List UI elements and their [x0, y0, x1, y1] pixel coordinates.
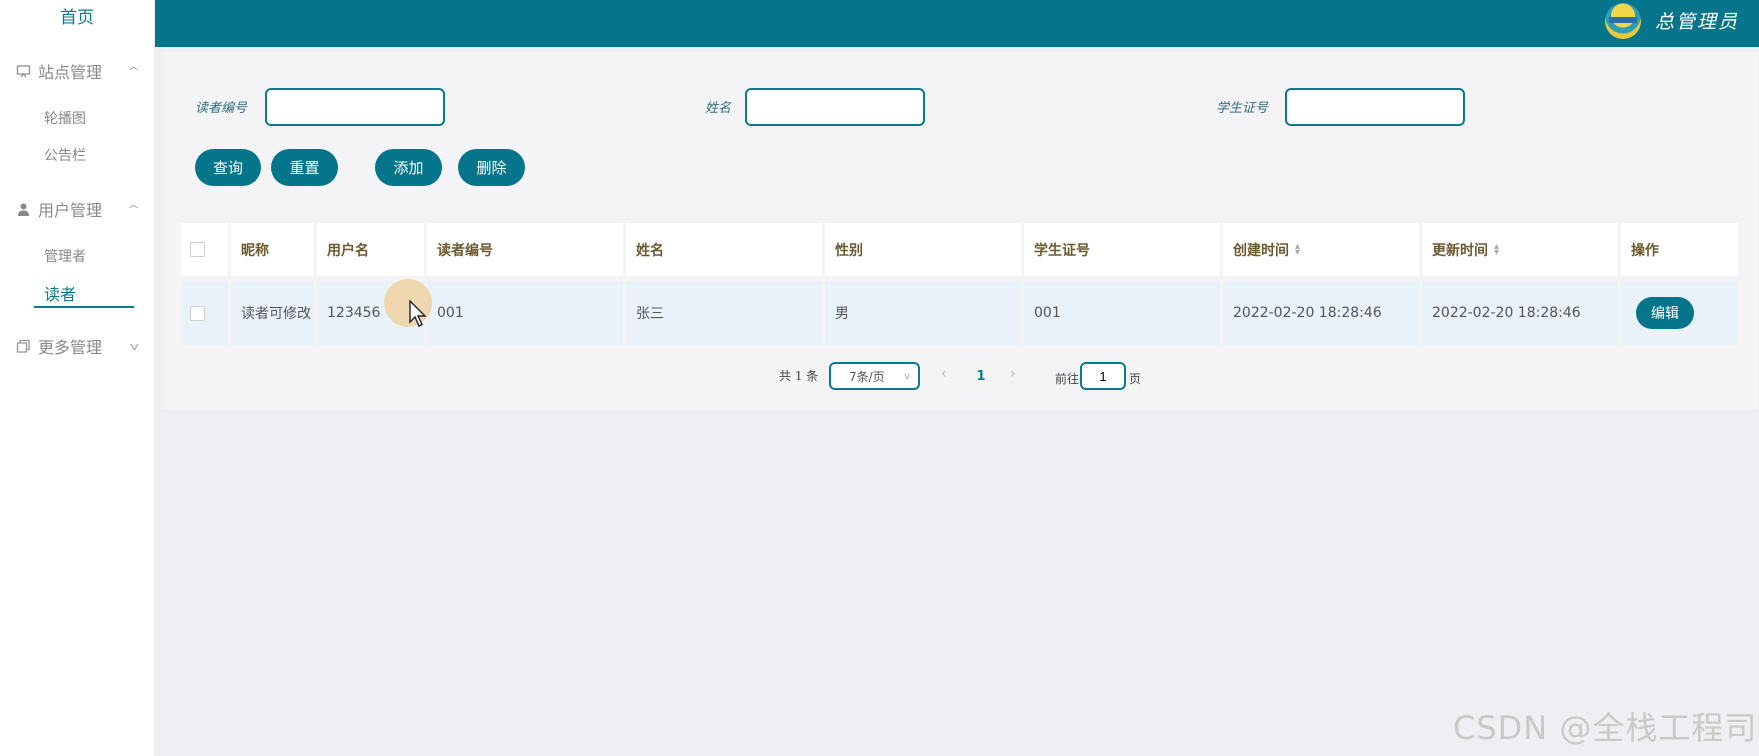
sidebar-item-reader[interactable]: 读者 — [44, 281, 76, 305]
chevron-up-icon: ^ — [126, 202, 140, 216]
sidebar-group-label: 更多管理 — [38, 338, 103, 357]
cell-gender: 男 — [825, 281, 1021, 345]
name-input[interactable] — [745, 88, 925, 126]
column-header-created[interactable]: 创建时间 ▴ ▾ — [1223, 223, 1419, 276]
sidebar-item-admin[interactable]: 管理者 — [44, 246, 86, 266]
name-label: 姓名 — [705, 101, 732, 116]
user-icon — [14, 200, 32, 218]
chevron-up-icon: ^ — [126, 64, 140, 78]
cell-nickname: 读者可修改 — [231, 281, 314, 345]
select-all-cell — [181, 223, 228, 276]
row-checkbox[interactable] — [190, 305, 205, 321]
query-button[interactable]: 查询 — [195, 149, 261, 186]
page-number[interactable]: 1 — [963, 362, 999, 390]
sidebar-group-label: 站点管理 — [38, 63, 103, 82]
next-page-icon[interactable]: › — [1010, 366, 1016, 382]
pagination-total: 共 1 条 — [779, 369, 819, 383]
reader-no-label: 读者编号 — [195, 101, 248, 116]
sidebar-home[interactable]: 首页 — [0, 0, 154, 38]
sidebar-group-site[interactable]: 站点管理 ^ — [14, 56, 140, 86]
cell-created: 2022-02-20 18:28:46 — [1223, 281, 1419, 345]
add-button[interactable]: 添加 — [375, 149, 442, 186]
cell-student-id: 001 — [1024, 281, 1220, 345]
column-header: 读者编号 — [427, 223, 623, 276]
monitor-icon — [14, 62, 32, 80]
sidebar-item-notice[interactable]: 公告栏 — [44, 145, 86, 165]
column-header: 操作 — [1621, 223, 1738, 276]
column-header-label: 创建时间 — [1233, 242, 1289, 259]
goto-page-input[interactable] — [1080, 362, 1126, 390]
column-header-updated[interactable]: 更新时间 ▴ ▾ — [1422, 223, 1618, 276]
prev-page-icon[interactable]: ‹ — [941, 366, 947, 382]
sidebar-group-more[interactable]: 更多管理 v — [14, 331, 140, 361]
column-header: 姓名 — [626, 223, 822, 276]
chevron-down-icon: v — [904, 370, 910, 382]
cell-updated: 2022-02-20 18:28:46 — [1422, 281, 1618, 345]
active-indicator — [34, 306, 134, 308]
avatar-icon[interactable] — [1605, 3, 1641, 39]
column-header: 用户名 — [317, 223, 424, 276]
reader-no-input[interactable] — [265, 88, 445, 126]
cell-name: 张三 — [626, 281, 822, 345]
reset-button[interactable]: 重置 — [271, 149, 338, 186]
select-all-checkbox[interactable] — [190, 242, 205, 257]
sort-icon[interactable]: ▴ ▾ — [1494, 241, 1499, 257]
student-id-input[interactable] — [1285, 88, 1465, 126]
column-header: 学生证号 — [1024, 223, 1220, 276]
page-size-select[interactable]: 7条/页 v — [829, 362, 920, 390]
edit-button[interactable]: 编辑 — [1636, 297, 1694, 329]
top-header — [155, 0, 1759, 47]
column-header: 昵称 — [231, 223, 314, 276]
cell-actions: 编辑 — [1621, 281, 1738, 345]
mouse-cursor-icon — [409, 300, 427, 327]
table-header: 昵称 用户名 读者编号 姓名 性别 学生证号 创建时间 ▴ ▾ 更新时间 ▴ ▾ 操… — [181, 223, 1739, 276]
sidebar: 首页 站点管理 ^ 轮播图 公告栏 用户管理 ^ 管理者 读者 更多管理 v — [0, 0, 155, 756]
copy-icon — [14, 337, 32, 355]
student-id-label: 学生证号 — [1216, 101, 1269, 116]
sidebar-item-carousel[interactable]: 轮播图 — [44, 108, 86, 128]
page-suffix: 页 — [1129, 372, 1142, 386]
sort-icon[interactable]: ▴ ▾ — [1295, 241, 1300, 257]
page-size-value: 7条/页 — [849, 369, 885, 384]
row-select-cell — [181, 281, 228, 345]
chevron-down-icon: v — [130, 339, 140, 353]
sidebar-group-label: 用户管理 — [38, 201, 103, 220]
cell-reader-no: 001 — [427, 281, 623, 345]
admin-name[interactable]: 总管理员 — [1655, 7, 1739, 34]
delete-button[interactable]: 删除 — [458, 149, 525, 186]
column-header: 性别 — [825, 223, 1021, 276]
sidebar-group-user[interactable]: 用户管理 ^ — [14, 194, 140, 224]
watermark: CSDN @全栈工程司 — [1453, 709, 1758, 747]
column-header-label: 更新时间 — [1432, 242, 1488, 259]
goto-label: 前往 — [1055, 372, 1080, 386]
